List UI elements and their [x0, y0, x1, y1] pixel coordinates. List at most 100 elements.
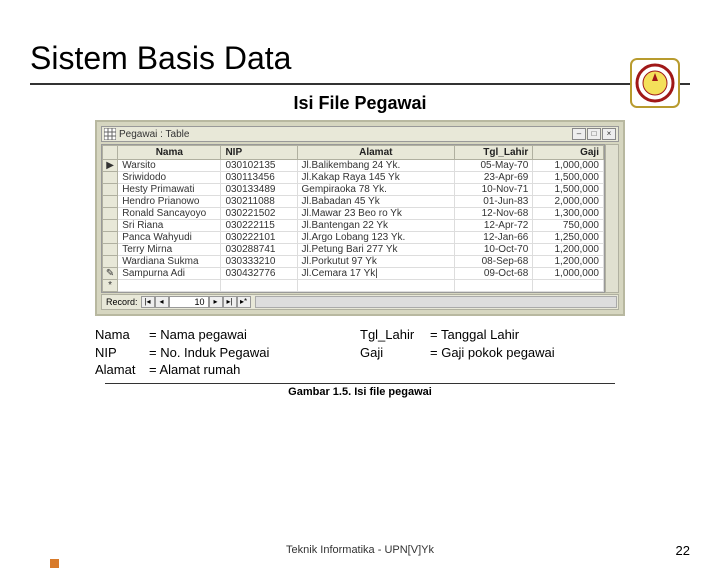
cell-gaji[interactable]: 1,300,000 [533, 208, 604, 220]
table-row[interactable]: Wardiana Sukma030333210Jl.Porkutut 97 Yk… [103, 256, 604, 268]
data-grid[interactable]: Nama NIP Alamat Tgl_Lahir Gaji ▶Warsito0… [101, 144, 605, 293]
nav-record-input[interactable]: 10 [169, 296, 209, 308]
cell-tgl[interactable]: 12-Apr-72 [455, 220, 533, 232]
def-key: Nama [95, 326, 149, 344]
cell-gaji[interactable]: 1,500,000 [533, 184, 604, 196]
table-row[interactable]: Sri Riana030222115Jl.Bantengan 22 Yk12-A… [103, 220, 604, 232]
table-row[interactable]: Ronald Sancayoyo030221502Jl.Mawar 23 Beo… [103, 208, 604, 220]
row-selector[interactable] [103, 172, 118, 184]
cell-alamat[interactable]: Jl.Porkutut 97 Yk [297, 256, 455, 268]
cell-nip[interactable]: 030288741 [221, 244, 297, 256]
cell-gaji[interactable]: 1,000,000 [533, 268, 604, 280]
cell-alamat[interactable]: Jl.Balikembang 24 Yk. [297, 160, 455, 172]
cell-alamat[interactable] [297, 280, 455, 292]
cell-alamat[interactable]: Jl.Cemara 17 Yk| [297, 268, 455, 280]
table-row[interactable]: * [103, 280, 604, 292]
row-selector[interactable]: ▶ [103, 160, 118, 172]
cell-gaji[interactable]: 1,200,000 [533, 256, 604, 268]
cell-nip[interactable]: 030222115 [221, 220, 297, 232]
row-selector[interactable] [103, 232, 118, 244]
cell-alamat[interactable]: Jl.Mawar 23 Beo ro Yk [297, 208, 455, 220]
col-gaji[interactable]: Gaji [533, 146, 604, 160]
cell-nip[interactable]: 030113456 [221, 172, 297, 184]
table-row[interactable]: ▶Warsito030102135Jl.Balikembang 24 Yk.05… [103, 160, 604, 172]
cell-nip[interactable]: 030102135 [221, 160, 297, 172]
cell-tgl[interactable]: 12-Jan-66 [455, 232, 533, 244]
nav-first-button[interactable]: |◂ [141, 296, 155, 308]
cell-tgl[interactable]: 10-Nov-71 [455, 184, 533, 196]
cell-tgl[interactable]: 12-Nov-68 [455, 208, 533, 220]
cell-gaji[interactable] [533, 280, 604, 292]
cell-nama[interactable]: Warsito [118, 160, 221, 172]
col-nip[interactable]: NIP [221, 146, 297, 160]
cell-tgl[interactable]: 09-Oct-68 [455, 268, 533, 280]
cell-tgl[interactable]: 05-May-70 [455, 160, 533, 172]
cell-nip[interactable]: 030133489 [221, 184, 297, 196]
row-selector[interactable] [103, 208, 118, 220]
cell-nip[interactable]: 030211088 [221, 196, 297, 208]
cell-gaji[interactable]: 750,000 [533, 220, 604, 232]
col-alamat[interactable]: Alamat [297, 146, 455, 160]
horizontal-scrollbar[interactable] [255, 296, 617, 308]
cell-nama[interactable] [118, 280, 221, 292]
cell-nama[interactable]: Sampurna Adi [118, 268, 221, 280]
table-row[interactable]: Hendro Prianowo030211088Jl.Babadan 45 Yk… [103, 196, 604, 208]
row-selector[interactable] [103, 244, 118, 256]
minimize-button[interactable]: – [572, 128, 586, 140]
cell-nama[interactable]: Sriwidodo [118, 172, 221, 184]
cell-gaji[interactable]: 1,200,000 [533, 244, 604, 256]
header-row: Nama NIP Alamat Tgl_Lahir Gaji [103, 146, 604, 160]
col-tgl[interactable]: Tgl_Lahir [455, 146, 533, 160]
row-selector[interactable] [103, 184, 118, 196]
cell-tgl[interactable]: 08-Sep-68 [455, 256, 533, 268]
cell-nama[interactable]: Hesty Primawati [118, 184, 221, 196]
row-selector[interactable]: * [103, 280, 118, 292]
row-selector[interactable] [103, 256, 118, 268]
cell-nip[interactable] [221, 280, 297, 292]
table-row[interactable]: Sriwidodo030113456Jl.Kakap Raya 145 Yk23… [103, 172, 604, 184]
cell-nip[interactable]: 030222101 [221, 232, 297, 244]
cell-nip[interactable]: 030432776 [221, 268, 297, 280]
cell-nip[interactable]: 030221502 [221, 208, 297, 220]
cell-nama[interactable]: Hendro Prianowo [118, 196, 221, 208]
nav-last-button[interactable]: ▸| [223, 296, 237, 308]
cell-gaji[interactable]: 2,000,000 [533, 196, 604, 208]
cell-tgl[interactable]: 01-Jun-83 [455, 196, 533, 208]
cell-gaji[interactable]: 1,500,000 [533, 172, 604, 184]
record-navigator: Record: |◂ ◂ 10 ▸ ▸| ▸* [101, 294, 619, 310]
cell-alamat[interactable]: Jl.Argo Lobang 123 Yk. [297, 232, 455, 244]
table-row[interactable]: Terry Mirna030288741Jl.Petung Bari 277 Y… [103, 244, 604, 256]
def-val: = Nama pegawai [149, 326, 247, 344]
table-row[interactable]: Hesty Primawati030133489Gempiraoka 78 Yk… [103, 184, 604, 196]
nav-next-button[interactable]: ▸ [209, 296, 223, 308]
cell-tgl[interactable] [455, 280, 533, 292]
cell-nama[interactable]: Ronald Sancayoyo [118, 208, 221, 220]
cell-alamat[interactable]: Jl.Petung Bari 277 Yk [297, 244, 455, 256]
table-row[interactable]: Panca Wahyudi030222101Jl.Argo Lobang 123… [103, 232, 604, 244]
cell-nip[interactable]: 030333210 [221, 256, 297, 268]
def-key: Tgl_Lahir [360, 326, 430, 344]
table-row[interactable]: ✎Sampurna Adi030432776Jl.Cemara 17 Yk|09… [103, 268, 604, 280]
cell-nama[interactable]: Terry Mirna [118, 244, 221, 256]
col-nama[interactable]: Nama [118, 146, 221, 160]
vertical-scrollbar[interactable] [605, 144, 619, 293]
nav-prev-button[interactable]: ◂ [155, 296, 169, 308]
cell-nama[interactable]: Wardiana Sukma [118, 256, 221, 268]
row-selector[interactable] [103, 196, 118, 208]
cell-tgl[interactable]: 23-Apr-69 [455, 172, 533, 184]
cell-nama[interactable]: Panca Wahyudi [118, 232, 221, 244]
cell-gaji[interactable]: 1,000,000 [533, 160, 604, 172]
cell-alamat[interactable]: Jl.Babadan 45 Yk [297, 196, 455, 208]
maximize-button[interactable]: □ [587, 128, 601, 140]
access-table-window: Pegawai : Table – □ × Nama NIP Alamat Tg… [95, 120, 625, 316]
row-selector[interactable]: ✎ [103, 268, 118, 280]
cell-tgl[interactable]: 10-Oct-70 [455, 244, 533, 256]
cell-alamat[interactable]: Jl.Bantengan 22 Yk [297, 220, 455, 232]
close-button[interactable]: × [602, 128, 616, 140]
cell-alamat[interactable]: Gempiraoka 78 Yk. [297, 184, 455, 196]
cell-alamat[interactable]: Jl.Kakap Raya 145 Yk [297, 172, 455, 184]
cell-nama[interactable]: Sri Riana [118, 220, 221, 232]
cell-gaji[interactable]: 1,250,000 [533, 232, 604, 244]
row-selector[interactable] [103, 220, 118, 232]
nav-new-button[interactable]: ▸* [237, 296, 251, 308]
